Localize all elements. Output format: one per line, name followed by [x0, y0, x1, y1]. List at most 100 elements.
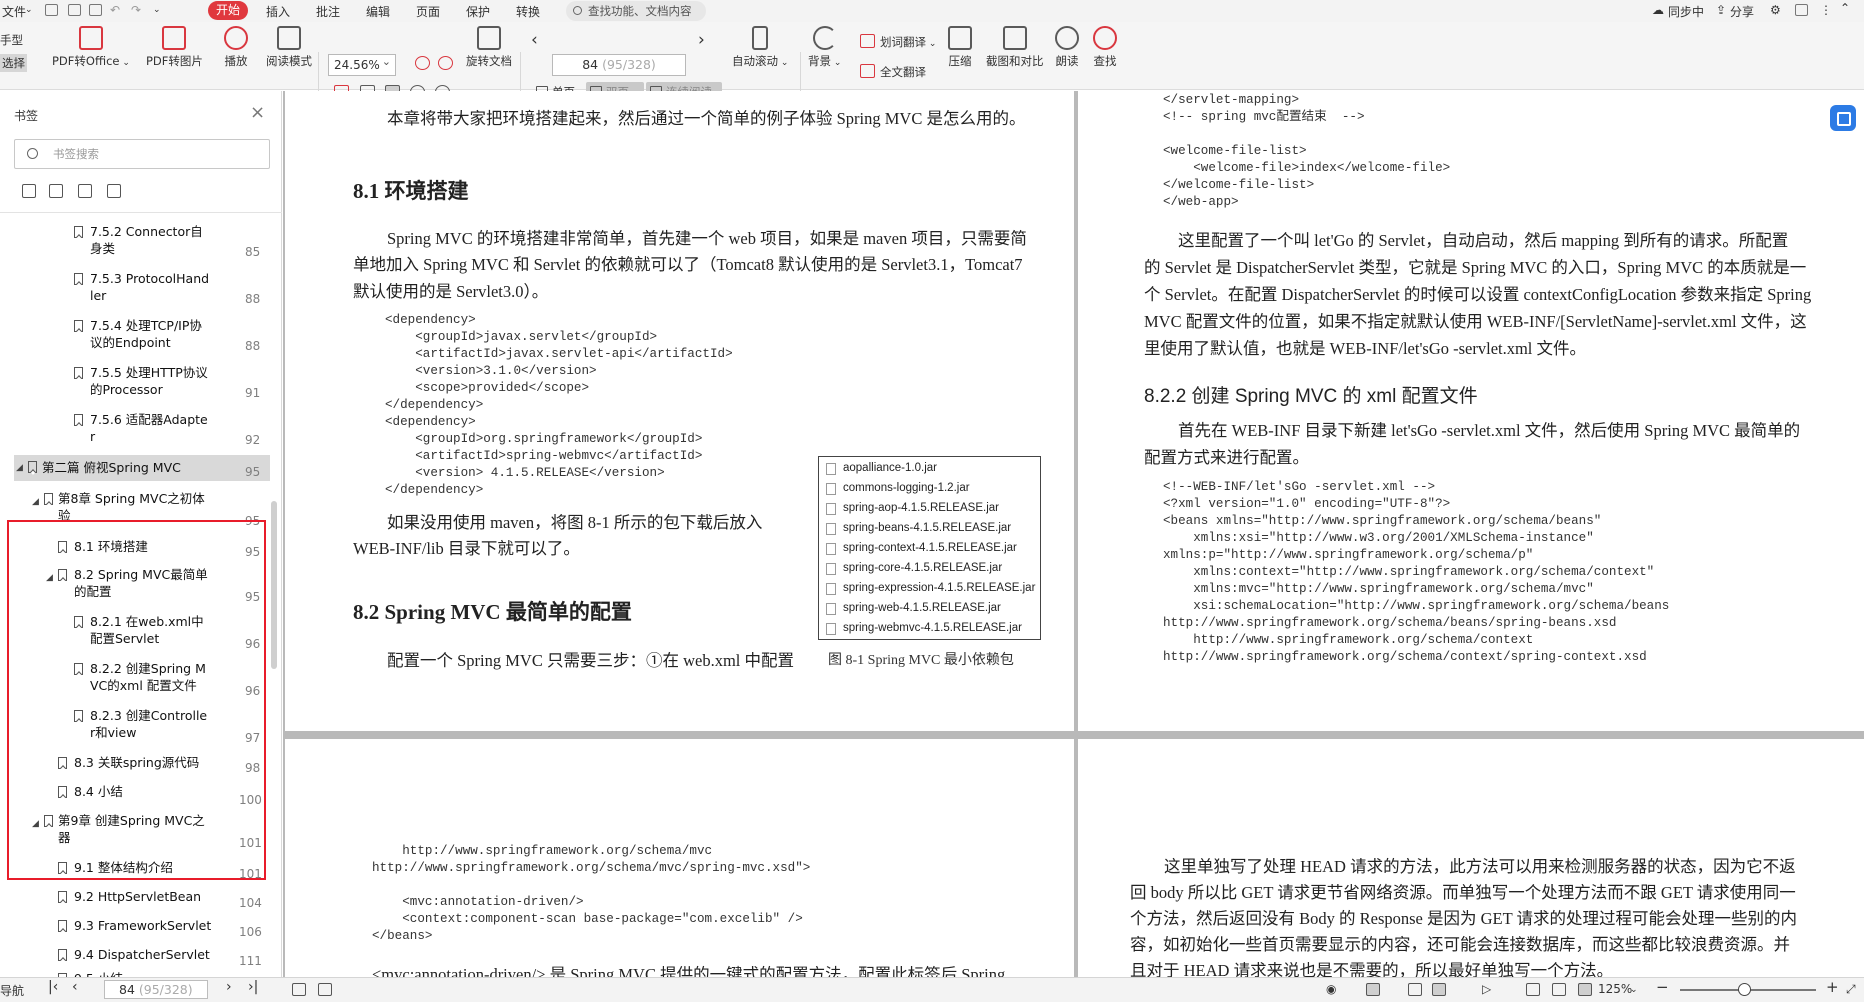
play-icon[interactable]: ▷	[1482, 982, 1491, 996]
rotate-document-button[interactable]: 旋转文档	[466, 26, 512, 69]
find-button[interactable]: 查找	[1093, 26, 1117, 69]
cloud-sync-icon[interactable]: ☁	[1652, 3, 1664, 17]
more-options-icon[interactable]: ⋮	[1820, 3, 1832, 17]
tab-edit[interactable]: 编辑	[366, 3, 390, 20]
more-icon[interactable]: ⌄	[153, 5, 161, 15]
bookmark-item-selected[interactable]: ◢ 第二篇 俯视Spring MVC 95	[14, 455, 270, 481]
status-bar: 导航 |‹ ‹ 84 (95/328) › ›| ◉ ▷ 125% ⌄ − + …	[0, 977, 1864, 1002]
fullscreen-icon[interactable]: ⤢	[1846, 982, 1856, 997]
word-translate-button[interactable]: 划词翻译 ⌄	[860, 34, 936, 50]
actual-size-icon[interactable]	[1526, 983, 1540, 996]
divider	[318, 52, 319, 96]
select-tool-button[interactable]: 选择	[0, 54, 27, 72]
collapse-triangle-icon[interactable]: ◢	[16, 460, 23, 477]
jar-file-icon	[826, 563, 836, 575]
bookmark-icon	[58, 891, 67, 903]
save-icon[interactable]	[68, 4, 81, 16]
bookmark-item[interactable]: 9.2 HttpServletBean 104	[58, 889, 272, 913]
feature-search-input[interactable]: 查找功能、文档内容	[566, 1, 706, 21]
single-page-view-icon[interactable]	[1366, 983, 1380, 996]
fit-page-view-icon[interactable]	[1408, 983, 1422, 996]
expand-all-icon[interactable]	[22, 184, 36, 198]
background-button[interactable]: 背景 ⌄	[808, 26, 841, 69]
play-button[interactable]: 播放	[224, 26, 248, 69]
skin-icon[interactable]	[1795, 4, 1808, 16]
file-menu[interactable]: 文件	[2, 3, 26, 20]
open-icon[interactable]	[45, 4, 58, 16]
bookmark-item[interactable]: 9.3 FrameworkServlet 106	[58, 918, 272, 942]
bookmark-item[interactable]: 7.5.4 处理TCP/IP协 议的Endpoint 88	[74, 318, 274, 353]
collapse-all-icon[interactable]	[49, 184, 63, 198]
bookmark-item[interactable]: 9.1 整体结构介绍 101	[58, 860, 272, 884]
zoom-select[interactable]: 24.56%	[328, 52, 396, 76]
collapse-triangle-icon[interactable]: ◢	[32, 816, 39, 833]
collapse-triangle-icon[interactable]: ◢	[32, 494, 39, 511]
collapse-ribbon-icon[interactable]: ⌃	[1840, 1, 1850, 15]
eye-protection-icon[interactable]: ◉	[1326, 982, 1336, 996]
bookmark-icon	[58, 949, 67, 961]
first-page-icon[interactable]: |‹	[48, 979, 58, 995]
status-page-input[interactable]: 84 (95/328)	[104, 980, 208, 999]
bookmark-search-input[interactable]: 书签搜索	[14, 139, 270, 169]
bookmark-item[interactable]: ◢ 第9章 创建Spring MVC之 器 101	[32, 813, 272, 850]
read-aloud-button[interactable]: 朗读	[1055, 26, 1079, 69]
auto-scroll-icon	[752, 26, 769, 50]
insert-page-icon[interactable]	[292, 983, 306, 996]
undo-icon[interactable]: ↶	[110, 3, 120, 17]
fit-view-icon[interactable]	[1578, 983, 1592, 996]
hand-tool-button[interactable]: 手型	[0, 32, 23, 48]
share-icon[interactable]: ⇪	[1716, 3, 1726, 17]
chevron-down-icon[interactable]: ⌄	[25, 5, 33, 15]
last-page-icon[interactable]: ›|	[248, 979, 258, 995]
fit-width-icon[interactable]	[1552, 983, 1566, 996]
zoom-out-icon[interactable]: −	[1656, 978, 1669, 996]
full-translate-button[interactable]: 全文翻译	[860, 64, 926, 80]
bookmark-item[interactable]: 7.5.6 适配器Adapte r 92	[74, 412, 274, 447]
double-page-view-icon[interactable]	[1432, 983, 1446, 996]
delete-bookmark-icon[interactable]	[107, 184, 121, 198]
add-bookmark-icon[interactable]	[78, 184, 92, 198]
zoom-in-icon[interactable]	[438, 56, 453, 70]
zoom-in-icon[interactable]: +	[1826, 978, 1839, 996]
next-page-icon[interactable]: ›	[698, 30, 705, 50]
search-icon	[573, 6, 582, 15]
tab-page[interactable]: 页面	[416, 3, 440, 20]
sync-status[interactable]: 同步中	[1668, 3, 1704, 20]
zoom-slider-handle[interactable]	[1738, 983, 1751, 996]
prev-page-icon[interactable]: ‹	[72, 979, 78, 995]
share-button[interactable]: 分享	[1730, 3, 1754, 20]
bookmark-item[interactable]: 9.4 DispatcherServlet 111	[58, 947, 272, 971]
extract-page-icon[interactable]	[318, 983, 332, 996]
close-icon[interactable]: ×	[250, 102, 265, 123]
read-mode-button[interactable]: 阅读模式	[266, 26, 312, 69]
bookmark-item[interactable]: 7.5.2 Connector自 身类 85	[74, 224, 274, 259]
tab-convert[interactable]: 转换	[516, 3, 540, 20]
chevron-down-icon[interactable]: ⌄	[1630, 985, 1638, 995]
print-icon[interactable]	[89, 4, 102, 16]
floating-tool-button[interactable]	[1830, 105, 1856, 131]
bookmark-item[interactable]: 7.5.5 处理HTTP协议 的Processor 91	[74, 365, 274, 400]
redo-icon[interactable]: ↷	[131, 3, 141, 17]
paragraph-line: 里使用了默认值，也就是 WEB-INF/let'sGo -servlet.xml…	[1144, 339, 1587, 358]
prev-page-icon[interactable]: ‹	[531, 30, 538, 50]
pdf-to-office-button[interactable]: PDF转Office ⌄	[52, 26, 130, 69]
auto-scroll-button[interactable]: 自动滚动 ⌄	[732, 26, 788, 69]
next-page-icon[interactable]: ›	[226, 979, 232, 995]
code-block: <url-pattern>/</url-pattern> </servlet-m…	[1163, 93, 1451, 209]
pdf-to-image-button[interactable]: PDF转图片	[146, 26, 203, 69]
bookmark-item[interactable]: 7.5.3 ProtocolHand ler 88	[74, 271, 274, 306]
zoom-level[interactable]: 125%	[1598, 982, 1632, 996]
play-icon	[224, 26, 248, 50]
page-number-input[interactable]: 84 (95/328)	[552, 54, 686, 76]
tab-annotate[interactable]: 批注	[316, 3, 340, 20]
pdf-page-bottom-right: 这里单独写了处理 HEAD 请求的方法，此方法可以用来检测服务器的状态，因为它不…	[1078, 739, 1864, 977]
nav-toggle[interactable]: 导航	[0, 982, 24, 999]
tab-start[interactable]: 开始	[208, 1, 248, 20]
zoom-out-icon[interactable]	[415, 56, 430, 70]
settings-icon[interactable]: ⚙	[1770, 3, 1781, 17]
compress-button[interactable]: 压缩	[948, 26, 972, 69]
tab-protect[interactable]: 保护	[466, 3, 490, 20]
tab-insert[interactable]: 插入	[266, 3, 290, 20]
document-viewport[interactable]: 本章将带大家把环境搭建起来，然后通过一个简单的例子体验 Spring MVC 是…	[283, 91, 1864, 977]
screenshot-compare-button[interactable]: 截图和对比	[986, 26, 1044, 69]
